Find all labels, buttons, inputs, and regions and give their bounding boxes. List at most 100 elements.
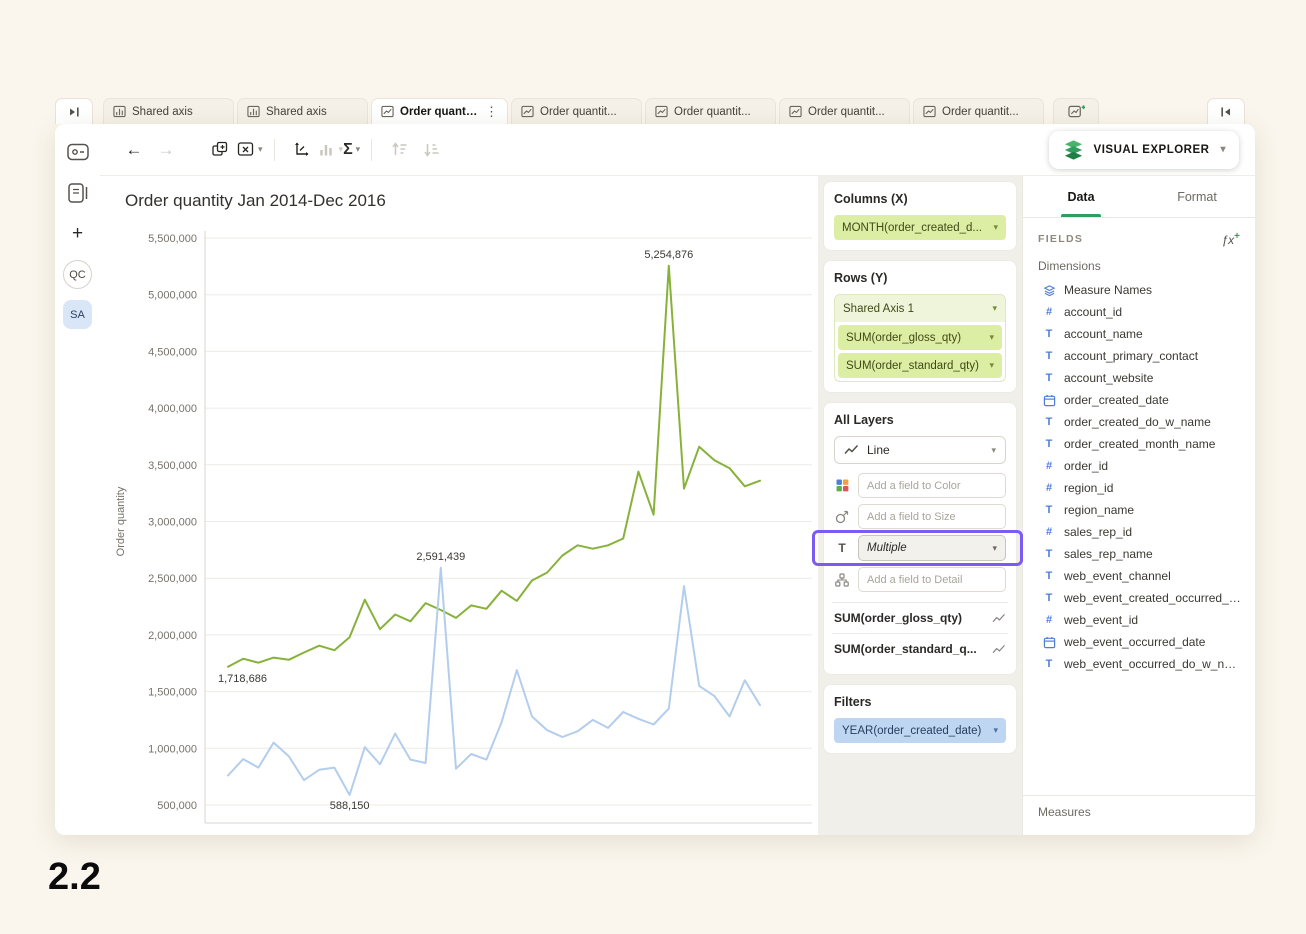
detail-property-row: Add a field to Detail xyxy=(834,567,1006,592)
text-field-select[interactable]: Multiple ▾ xyxy=(858,535,1006,561)
swap-axes-button[interactable] xyxy=(286,134,318,166)
chart-canvas[interactable]: 500,0001,000,0001,500,0002,000,0002,500,… xyxy=(100,221,818,835)
avatar-sa[interactable]: SA xyxy=(63,300,92,329)
notebook-button[interactable] xyxy=(63,178,93,208)
rows-pill-standard[interactable]: SUM(order_standard_qty) ▾ xyxy=(838,353,1002,378)
aggregate-button[interactable]: Σ ▾ xyxy=(343,141,360,159)
filters-title: Filters xyxy=(834,695,1006,709)
tab-menu-icon[interactable]: ⋮ xyxy=(485,104,498,120)
text-field-icon: T xyxy=(1046,416,1053,428)
field-item[interactable]: Tweb_event_channel xyxy=(1023,565,1255,587)
field-item[interactable]: Torder_created_do_w_name xyxy=(1023,411,1255,433)
chevron-down-icon[interactable]: ▾ xyxy=(989,332,994,343)
svg-text:2,500,000: 2,500,000 xyxy=(148,573,197,585)
shared-axis-tab-icon xyxy=(247,105,260,118)
tab[interactable]: Order quantit... xyxy=(645,98,776,124)
mark-type-select[interactable]: Line ▾ xyxy=(834,436,1006,464)
expand-right-panel-button[interactable] xyxy=(1207,98,1245,124)
rows-pill-gloss[interactable]: SUM(order_gloss_qty) ▾ xyxy=(838,325,1002,350)
size-field-input[interactable]: Add a field to Size xyxy=(858,504,1006,529)
tabs-host: Shared axisShared axisOrder quantit...⋮O… xyxy=(103,98,1047,124)
field-item[interactable]: Taccount_website xyxy=(1023,367,1255,389)
chevron-down-icon[interactable]: ▾ xyxy=(992,303,997,314)
canvas-elements-button[interactable] xyxy=(63,137,93,167)
chevron-down-icon[interactable]: ▾ xyxy=(991,445,996,456)
columns-shelf-card: Columns (X) MONTH(order_created_d... ▾ xyxy=(823,181,1017,251)
tab[interactable]: Order quantit... xyxy=(779,98,910,124)
text-field-icon: T xyxy=(1046,328,1053,340)
field-item[interactable]: Tregion_name xyxy=(1023,499,1255,521)
color-field-input[interactable]: Add a field to Color xyxy=(858,473,1006,498)
field-item[interactable]: #account_id xyxy=(1023,301,1255,323)
columns-shelf-title: Columns (X) xyxy=(834,192,1006,206)
svg-text:2,000,000: 2,000,000 xyxy=(148,630,197,642)
field-item[interactable]: Taccount_primary_contact xyxy=(1023,345,1255,367)
field-item[interactable]: #web_event_id xyxy=(1023,609,1255,631)
chevron-down-icon[interactable]: ▾ xyxy=(989,360,994,371)
line-chart-tab-icon xyxy=(923,105,936,118)
window-body: + QC SA ← → ▾ xyxy=(55,124,1255,835)
columns-pill[interactable]: MONTH(order_created_d... ▾ xyxy=(834,215,1006,240)
sparkline-icon xyxy=(992,644,1006,655)
field-item[interactable]: #region_id xyxy=(1023,477,1255,499)
sigma-icon: Σ xyxy=(343,141,353,159)
avatar-qc[interactable]: QC xyxy=(63,260,92,289)
svg-text:5,254,876: 5,254,876 xyxy=(644,249,693,261)
new-element-button[interactable] xyxy=(1053,98,1099,124)
duplicate-element-button[interactable] xyxy=(204,134,236,166)
field-item[interactable]: #order_id xyxy=(1023,455,1255,477)
svg-text:5,000,000: 5,000,000 xyxy=(148,290,197,302)
field-item[interactable]: web_event_occurred_date xyxy=(1023,631,1255,653)
tab[interactable]: Shared axis xyxy=(103,98,234,124)
chart-type-button[interactable]: ▾ xyxy=(318,141,344,159)
visual-explorer-button[interactable]: VISUAL EXPLORER ▾ xyxy=(1049,131,1239,169)
add-page-button[interactable]: + xyxy=(63,219,93,249)
measure-names-icon xyxy=(1043,284,1056,297)
svg-text:1,718,686: 1,718,686 xyxy=(218,673,267,685)
color-icon xyxy=(834,479,850,492)
tab-active[interactable]: Order quantit...⋮ xyxy=(371,98,508,124)
chart-area: Order quantity Jan 2014-Dec 2016 500,000… xyxy=(100,176,818,835)
tab[interactable]: Order quantit... xyxy=(511,98,642,124)
line-mark-icon xyxy=(844,444,859,456)
field-item[interactable]: #sales_rep_id xyxy=(1023,521,1255,543)
field-item[interactable]: order_created_date xyxy=(1023,389,1255,411)
sort-ascending-button[interactable] xyxy=(383,134,415,166)
field-item[interactable]: Torder_created_month_name xyxy=(1023,433,1255,455)
detail-field-input[interactable]: Add a field to Detail xyxy=(858,567,1006,592)
tab-data[interactable]: Data xyxy=(1023,176,1139,217)
size-icon xyxy=(834,510,850,524)
field-item[interactable]: Tweb_event_created_occurred_na... xyxy=(1023,587,1255,609)
app-window: Shared axisShared axisOrder quantit...⋮O… xyxy=(55,95,1255,835)
all-layers-card: All Layers Line ▾ xyxy=(823,402,1017,675)
back-arrow-icon: ← xyxy=(126,141,143,158)
notebook-icon xyxy=(65,180,91,206)
expand-left-panel-button[interactable] xyxy=(55,98,93,124)
field-item[interactable]: Tweb_event_occurred_do_w_name xyxy=(1023,653,1255,675)
field-item[interactable]: Taccount_name xyxy=(1023,323,1255,345)
field-item[interactable]: Measure Names xyxy=(1023,279,1255,301)
svg-text:Order quantity: Order quantity xyxy=(115,486,127,556)
chevron-down-icon[interactable]: ▾ xyxy=(993,725,998,736)
filter-pill[interactable]: YEAR(order_created_date) ▾ xyxy=(834,718,1006,743)
add-formula-button[interactable]: ƒx+ xyxy=(1221,231,1240,247)
fields-panel-tabs: Data Format xyxy=(1023,176,1255,218)
layer-row-standard[interactable]: SUM(order_standard_q... xyxy=(832,633,1008,664)
delete-element-button[interactable]: ▾ xyxy=(236,140,263,159)
back-button[interactable]: ← xyxy=(118,134,150,166)
panel-expand-icon xyxy=(67,105,81,119)
sort-descending-button[interactable] xyxy=(415,134,447,166)
number-field-icon: # xyxy=(1046,460,1052,472)
left-rail: + QC SA xyxy=(55,124,100,835)
tab[interactable]: Order quantit... xyxy=(913,98,1044,124)
tab[interactable]: Shared axis xyxy=(237,98,368,124)
rows-shelf-title: Rows (Y) xyxy=(834,271,1006,285)
chevron-down-icon[interactable]: ▾ xyxy=(992,543,997,554)
forward-button[interactable]: → xyxy=(150,134,182,166)
tab-format[interactable]: Format xyxy=(1139,176,1255,217)
field-item[interactable]: Tsales_rep_name xyxy=(1023,543,1255,565)
layer-row-gloss[interactable]: SUM(order_gloss_qty) xyxy=(832,602,1008,633)
chevron-down-icon[interactable]: ▾ xyxy=(993,222,998,233)
shared-axis-pill[interactable]: Shared Axis 1 ▾ xyxy=(835,295,1005,322)
swap-axes-icon xyxy=(292,140,311,159)
